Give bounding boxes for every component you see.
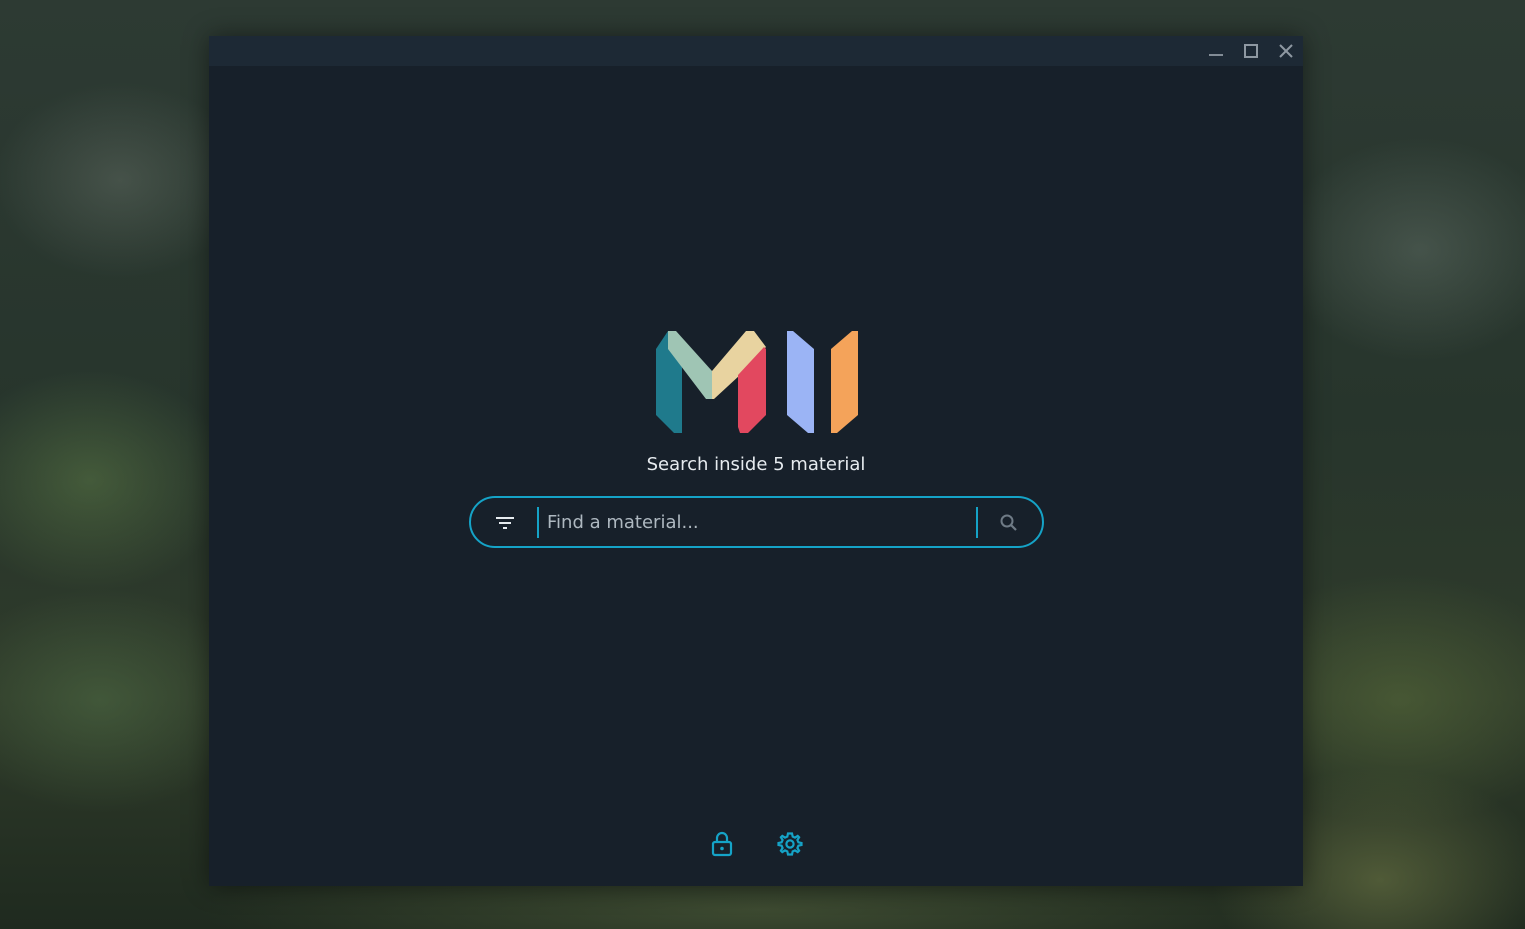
maximize-button[interactable] — [1240, 41, 1262, 61]
close-icon — [1279, 44, 1293, 58]
maximize-icon — [1244, 44, 1258, 58]
filter-button[interactable] — [491, 512, 519, 534]
app-logo — [656, 331, 858, 433]
gear-icon — [777, 832, 803, 856]
filter-icon — [496, 517, 514, 529]
settings-button[interactable] — [776, 830, 804, 858]
input-left-divider — [537, 507, 539, 538]
title-bar — [209, 36, 1303, 66]
lock-button[interactable] — [708, 830, 736, 858]
logo-orange-bar — [831, 331, 858, 433]
page-subtitle: Search inside 5 material — [646, 454, 866, 475]
logo-blue-bar — [787, 331, 814, 433]
app-window: Search inside 5 material — [209, 36, 1303, 886]
search-button[interactable] — [997, 511, 1021, 535]
minimize-icon — [1209, 54, 1223, 56]
search-bar — [469, 496, 1044, 548]
search-input[interactable] — [543, 506, 975, 538]
input-right-divider — [976, 507, 978, 538]
close-button[interactable] — [1275, 41, 1297, 61]
lock-icon — [711, 831, 733, 857]
minimize-button[interactable] — [1205, 41, 1227, 61]
search-icon — [1000, 514, 1017, 531]
